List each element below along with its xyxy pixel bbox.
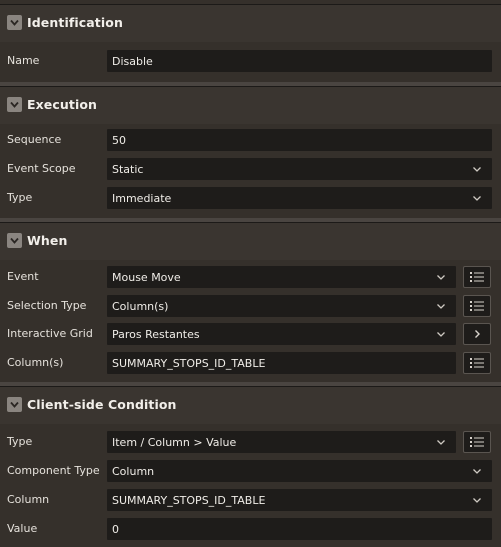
value-label: Value (7, 522, 38, 535)
event-scope-select[interactable]: Static (107, 158, 492, 180)
list-icon (470, 358, 484, 368)
selection-type-list-button[interactable] (463, 295, 491, 317)
condition-type-value: Item / Column > Value (112, 436, 237, 449)
execution-type-row: Type Immediate (0, 187, 501, 209)
sequence-label: Sequence (7, 133, 62, 146)
name-label: Name (7, 54, 40, 67)
columns-value: SUMMARY_STOPS_ID_TABLE (112, 357, 266, 370)
value-row: Value 0 (0, 518, 501, 540)
interactive-grid-select[interactable]: Paros Restantes (107, 323, 456, 345)
type-label: Type (7, 191, 33, 204)
event-scope-row: Event Scope Static (0, 158, 501, 180)
collapse-toggle-icon[interactable] (7, 397, 22, 412)
section-title: Client-side Condition (27, 397, 177, 412)
column-value: SUMMARY_STOPS_ID_TABLE (112, 494, 266, 507)
when-section-header[interactable]: When (0, 222, 501, 260)
chevron-down-icon (435, 328, 447, 340)
event-value: Mouse Move (112, 271, 181, 284)
event-scope-label: Event Scope (7, 162, 76, 175)
component-type-row: Component Type Column (0, 460, 501, 482)
sequence-row: Sequence 50 (0, 129, 501, 151)
collapse-toggle-icon[interactable] (7, 15, 22, 30)
column-select[interactable]: SUMMARY_STOPS_ID_TABLE (107, 489, 492, 511)
execution-type-select[interactable]: Immediate (107, 187, 492, 209)
list-icon (470, 301, 484, 311)
collapse-toggle-icon[interactable] (7, 233, 22, 248)
columns-row: Column(s) SUMMARY_STOPS_ID_TABLE (0, 352, 501, 374)
section-title: Identification (27, 15, 123, 30)
sequence-input[interactable]: 50 (107, 129, 492, 151)
event-label: Event (7, 270, 39, 283)
condition-type-row: Type Item / Column > Value (0, 431, 501, 453)
event-row: Event Mouse Move (0, 266, 501, 288)
interactive-grid-row: Interactive Grid Paros Restantes (0, 323, 501, 345)
list-icon (470, 437, 484, 447)
event-scope-value: Static (112, 163, 144, 176)
name-row: Name Disable (0, 50, 501, 72)
chevron-down-icon (471, 163, 483, 175)
type-label: Type (7, 435, 33, 448)
list-icon (470, 272, 484, 282)
chevron-down-icon (471, 465, 483, 477)
go-to-region-button[interactable] (463, 323, 491, 345)
selection-type-value: Column(s) (112, 300, 169, 313)
event-list-button[interactable] (463, 266, 491, 288)
columns-input[interactable]: SUMMARY_STOPS_ID_TABLE (107, 352, 456, 374)
section-title: Execution (27, 97, 98, 112)
columns-list-button[interactable] (463, 352, 491, 374)
name-input[interactable]: Disable (107, 50, 492, 72)
collapse-toggle-icon[interactable] (7, 97, 22, 112)
component-type-value: Column (112, 465, 155, 478)
chevron-down-icon (435, 436, 447, 448)
value-input[interactable]: 0 (107, 518, 492, 540)
sequence-value: 50 (112, 134, 126, 147)
interactive-grid-value: Paros Restantes (112, 328, 200, 341)
columns-label: Column(s) (7, 356, 64, 369)
component-type-label: Component Type (7, 464, 100, 477)
selection-type-select[interactable]: Column(s) (107, 295, 456, 317)
section-title: When (27, 233, 68, 248)
chevron-down-icon (435, 300, 447, 312)
selection-type-label: Selection Type (7, 299, 87, 312)
column-row: Column SUMMARY_STOPS_ID_TABLE (0, 489, 501, 511)
value-value: 0 (112, 523, 119, 536)
condition-type-list-button[interactable] (463, 431, 491, 453)
event-select[interactable]: Mouse Move (107, 266, 456, 288)
component-type-select[interactable]: Column (107, 460, 492, 482)
name-value: Disable (112, 55, 153, 68)
execution-section-header[interactable]: Execution (0, 86, 501, 124)
identification-section-header[interactable]: Identification (0, 4, 501, 42)
selection-type-row: Selection Type Column(s) (0, 295, 501, 317)
column-label: Column (7, 493, 50, 506)
chevron-down-icon (435, 271, 447, 283)
chevron-down-icon (471, 494, 483, 506)
condition-type-select[interactable]: Item / Column > Value (107, 431, 456, 453)
chevron-right-icon (475, 330, 480, 338)
interactive-grid-label: Interactive Grid (7, 327, 93, 340)
client-side-condition-section-header[interactable]: Client-side Condition (0, 386, 501, 424)
type-value: Immediate (112, 192, 172, 205)
chevron-down-icon (471, 192, 483, 204)
